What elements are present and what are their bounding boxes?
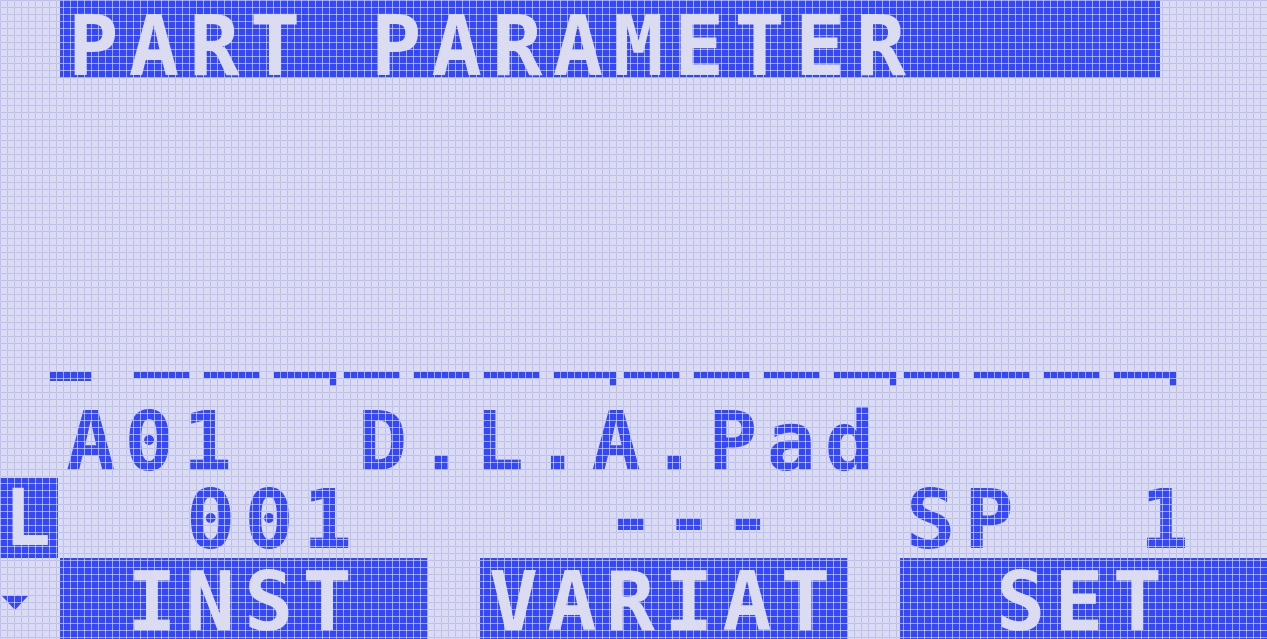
- softkey-variat-button[interactable]: VARIAT: [480, 558, 848, 639]
- softkey-set-label: SET: [995, 555, 1172, 639]
- softkey-set-button[interactable]: SET: [900, 558, 1267, 639]
- setting-value: SP 1: [906, 473, 1198, 568]
- scroll-down-icon[interactable]: [2, 596, 28, 610]
- softkey-variat-label: VARIAT: [488, 555, 840, 639]
- value-scale: [50, 372, 1176, 386]
- instrument-number: 001: [186, 473, 362, 568]
- softkey-inst-button[interactable]: INST: [60, 558, 428, 639]
- part-indicator: L: [4, 474, 51, 564]
- variation-value: ---: [606, 473, 782, 568]
- softkey-inst-label: INST: [127, 555, 361, 639]
- screen-title: PART PARAMETER: [68, 0, 917, 95]
- instrument-name: A01 D.L.A.Pad: [66, 395, 884, 490]
- lcd-display: PART PARAMETER A01 D.L.A.Pad L 001 --- S…: [0, 0, 1267, 639]
